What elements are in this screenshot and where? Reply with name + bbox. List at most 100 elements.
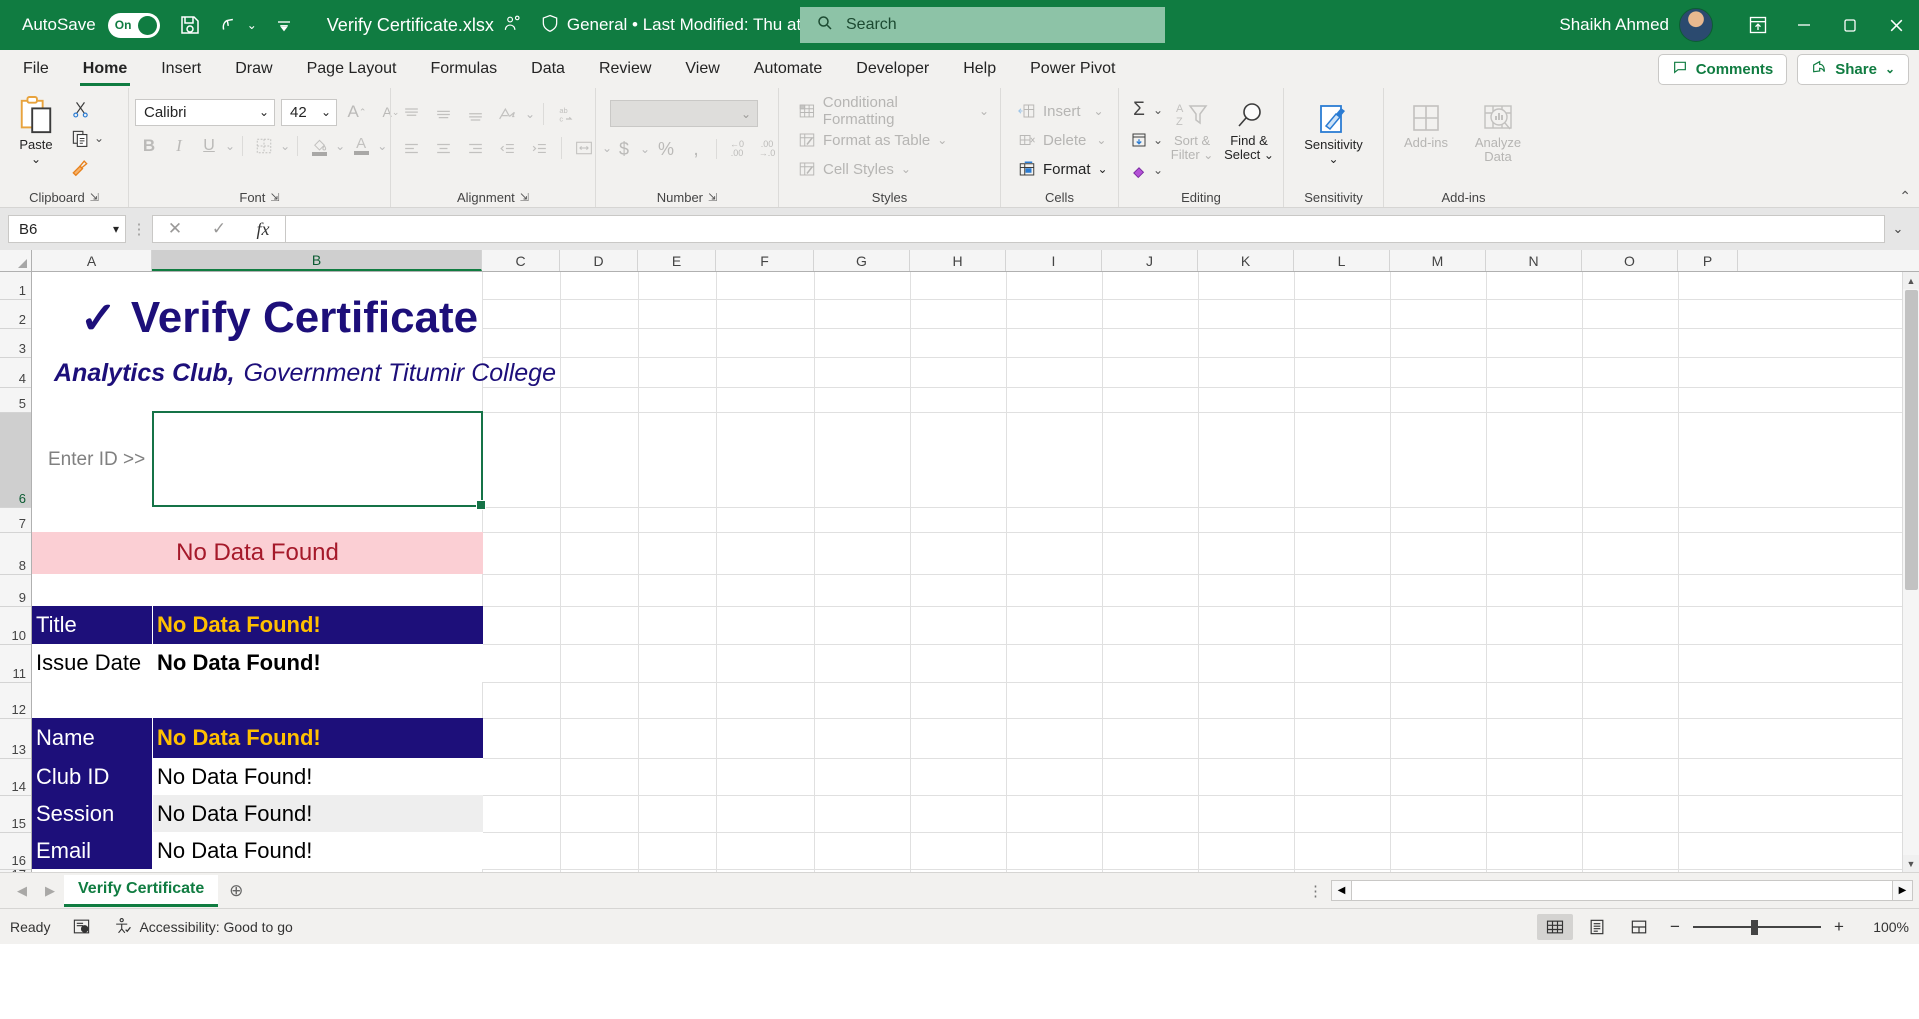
delete-cells-button[interactable]: Delete ⌄ <box>1013 127 1111 153</box>
table-row-value-club-id[interactable]: No Data Found! <box>153 758 483 795</box>
tab-power-pivot[interactable]: Power Pivot <box>1013 50 1132 88</box>
row-header-1[interactable]: 1 <box>0 272 31 300</box>
formula-bar-kebab-icon[interactable]: ⋮ <box>126 220 152 238</box>
row-header-10[interactable]: 10 <box>0 607 31 645</box>
restore-button[interactable] <box>1827 0 1873 50</box>
column-header-a[interactable]: A <box>32 250 152 271</box>
tab-formulas[interactable]: Formulas <box>413 50 514 88</box>
italic-button[interactable]: I <box>165 132 193 160</box>
undo-icon[interactable]: ⌄ <box>220 14 257 36</box>
row-header-16[interactable]: 16 <box>0 833 31 870</box>
previous-sheet-icon[interactable]: ◀ <box>8 883 36 899</box>
sheet-tab-verify-certificate[interactable]: Verify Certificate <box>64 874 219 907</box>
tab-file[interactable]: File <box>6 50 66 88</box>
analyze-data-button[interactable]: Analyze Data <box>1462 98 1534 163</box>
person-share-icon[interactable] <box>503 14 522 36</box>
zoom-level[interactable]: 100% <box>1857 919 1909 935</box>
column-header-n[interactable]: N <box>1486 250 1582 271</box>
table-row-label-name[interactable]: Name <box>32 718 152 758</box>
bold-button[interactable]: B <box>135 132 163 160</box>
column-header-d[interactable]: D <box>560 250 638 271</box>
row-header-17[interactable]: 17 <box>0 867 31 872</box>
accounting-number-format-icon[interactable]: $ <box>610 135 638 163</box>
fill-icon[interactable] <box>1125 126 1153 154</box>
tab-developer[interactable]: Developer <box>839 50 946 88</box>
copy-button[interactable] <box>66 124 94 152</box>
column-header-f[interactable]: F <box>716 250 814 271</box>
vertical-scrollbar[interactable]: ▲ ▼ <box>1902 272 1919 872</box>
avatar[interactable] <box>1679 8 1713 42</box>
align-top-icon[interactable] <box>397 100 425 128</box>
column-header-j[interactable]: J <box>1102 250 1198 271</box>
table-row-label-email[interactable]: Email <box>32 832 152 869</box>
table-row-value-email[interactable]: No Data Found! <box>153 832 483 869</box>
column-header-h[interactable]: H <box>910 250 1006 271</box>
tab-help[interactable]: Help <box>946 50 1013 88</box>
name-box-chevron-down-icon[interactable]: ▾ <box>113 222 119 236</box>
align-bottom-icon[interactable] <box>461 100 489 128</box>
underline-chevron-down-icon[interactable]: ⌄ <box>225 139 235 153</box>
sensitivity-chevron-down-icon[interactable]: ⌄ <box>1328 152 1338 166</box>
clipboard-dialog-launcher-icon[interactable]: ⇲ <box>90 191 99 204</box>
font-size-combo[interactable]: 42 ⌄ <box>281 98 337 126</box>
scroll-up-icon[interactable]: ▲ <box>1902 272 1919 289</box>
format-cells-button[interactable]: Format ⌄ <box>1013 156 1113 182</box>
delete-chevron-down-icon[interactable]: ⌄ <box>1096 133 1106 147</box>
column-header-c[interactable]: C <box>482 250 560 271</box>
enter-id-label[interactable]: Enter ID >> <box>48 412 145 507</box>
sort-and-filter-button[interactable]: A Z Sort & Filter ⌄ <box>1165 96 1219 161</box>
search-box[interactable] <box>800 7 1165 43</box>
conditional-formatting-chevron-down-icon[interactable]: ⌄ <box>979 104 989 118</box>
format-painter-button[interactable] <box>66 153 94 181</box>
increase-indent-icon[interactable] <box>525 134 553 162</box>
align-right-icon[interactable] <box>461 134 489 162</box>
vertical-scroll-thumb[interactable] <box>1904 290 1918 590</box>
borders-chevron-down-icon[interactable]: ⌄ <box>280 139 290 153</box>
tab-automate[interactable]: Automate <box>737 50 839 88</box>
align-middle-icon[interactable] <box>429 100 457 128</box>
column-header-o[interactable]: O <box>1582 250 1678 271</box>
zoom-slider[interactable] <box>1693 919 1821 935</box>
select-all-corner[interactable] <box>0 250 32 271</box>
normal-view-button[interactable] <box>1537 913 1573 940</box>
tab-home[interactable]: Home <box>66 50 144 88</box>
sensitivity-button[interactable]: Sensitivity ⌄ <box>1291 98 1377 166</box>
insert-chevron-down-icon[interactable]: ⌄ <box>1094 104 1104 118</box>
format-chevron-down-icon[interactable]: ⌄ <box>1098 162 1108 176</box>
row-header-7[interactable]: 7 <box>0 508 31 533</box>
quick-access-more-icon[interactable] <box>275 16 293 34</box>
row-header-14[interactable]: 14 <box>0 759 31 796</box>
table-row-value-issue-date[interactable]: No Data Found! <box>153 644 483 682</box>
wrap-text-icon[interactable]: ab c <box>552 100 580 128</box>
table-row-value-name[interactable]: No Data Found! <box>153 718 483 758</box>
hscroll-right-icon[interactable]: ▶ <box>1892 880 1913 901</box>
user-name[interactable]: Shaikh Ahmed <box>1559 15 1669 35</box>
clear-chevron-down-icon[interactable]: ⌄ <box>1153 163 1163 177</box>
conditional-formatting-button[interactable]: Conditional Formatting ⌄ <box>793 94 994 128</box>
insert-function-icon[interactable]: fx <box>241 216 285 242</box>
save-icon[interactable] <box>178 13 202 37</box>
cancel-icon[interactable]: ✕ <box>153 216 197 242</box>
tab-review[interactable]: Review <box>582 50 668 88</box>
scroll-down-icon[interactable]: ▼ <box>1902 855 1919 872</box>
column-header-l[interactable]: L <box>1294 250 1390 271</box>
row-header-11[interactable]: 11 <box>0 645 31 683</box>
font-dialog-launcher-icon[interactable]: ⇲ <box>270 191 279 204</box>
row-header-13[interactable]: 13 <box>0 719 31 759</box>
zoom-in-button[interactable]: + <box>1827 917 1851 937</box>
orientation-chevron-down-icon[interactable]: ⌄ <box>525 107 535 121</box>
find-and-select-button[interactable]: Find & Select ⌄ <box>1221 96 1277 161</box>
table-row-label-title[interactable]: Title <box>32 606 152 644</box>
format-as-table-button[interactable]: Format as Table ⌄ <box>793 127 952 153</box>
font-size-chevron-down-icon[interactable]: ⌄ <box>321 105 331 119</box>
table-row-value-title[interactable]: No Data Found! <box>153 606 483 644</box>
hscroll-track[interactable] <box>1352 880 1892 901</box>
share-button[interactable]: Share ⌄ <box>1797 53 1909 85</box>
tab-data[interactable]: Data <box>514 50 582 88</box>
row-header-12[interactable]: 12 <box>0 683 31 719</box>
status-banner[interactable]: No Data Found <box>32 532 483 574</box>
insert-cells-button[interactable]: Insert ⌄ <box>1013 98 1109 124</box>
clear-icon[interactable] <box>1125 156 1153 184</box>
alignment-dialog-launcher-icon[interactable]: ⇲ <box>520 191 529 204</box>
decrease-decimal-icon[interactable]: ←0.00 <box>723 135 751 163</box>
